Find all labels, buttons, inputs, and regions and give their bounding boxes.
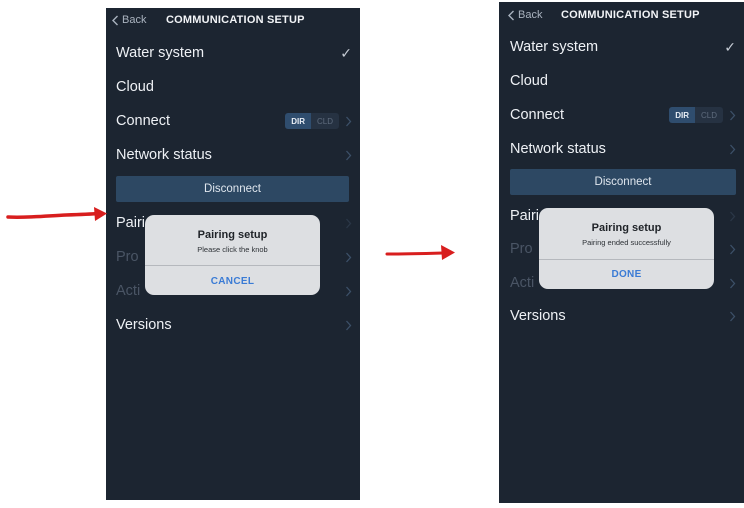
connect-mode-toggle[interactable]: DIR CLD <box>285 113 339 129</box>
chevron-right-icon <box>730 211 736 221</box>
water-system-label: Water system <box>116 45 205 61</box>
back-label: Back <box>122 14 147 26</box>
left-phone-screen: Back COMMUNICATION SETUP Water system ✓ … <box>106 8 360 500</box>
dialog-title: Pairing setup <box>591 222 662 234</box>
network-status-label: Network status <box>510 141 606 157</box>
dialog-divider <box>539 259 714 260</box>
versions-label: Versions <box>116 317 172 333</box>
back-label: Back <box>518 9 543 21</box>
chevron-right-icon <box>730 110 736 120</box>
row-versions[interactable]: Versions <box>116 310 352 340</box>
row-water-system[interactable]: Water system ✓ <box>116 38 352 68</box>
pairing-label: Pairi <box>510 208 540 224</box>
chevron-right-icon <box>346 150 352 160</box>
versions-label: Versions <box>510 308 566 324</box>
row-connect[interactable]: Connect DIR CLD <box>116 106 352 136</box>
row-connect[interactable]: Connect DIR CLD <box>510 100 736 130</box>
back-button[interactable]: Back <box>507 9 542 21</box>
checkmark-icon: ✓ <box>340 44 352 61</box>
checkmark-icon: ✓ <box>724 38 736 55</box>
chevron-right-icon <box>346 286 352 296</box>
chevron-left-icon <box>508 10 514 20</box>
disconnect-button[interactable]: Disconnect <box>510 169 736 195</box>
chevron-right-icon <box>730 278 736 288</box>
dialog-message: Pairing ended successfully <box>582 238 671 247</box>
connect-label: Connect <box>116 113 171 129</box>
page-title: COMMUNICATION SETUP <box>166 14 305 26</box>
provision-label: Pro <box>510 241 533 257</box>
connect-mode-dir[interactable]: DIR <box>285 113 311 129</box>
provision-label: Pro <box>116 249 139 265</box>
cancel-button[interactable]: CANCEL <box>145 276 320 287</box>
done-button[interactable]: DONE <box>539 269 714 280</box>
row-network-status[interactable]: Network status <box>510 134 736 164</box>
row-cloud[interactable]: Cloud <box>510 66 736 96</box>
chevron-right-icon <box>346 218 352 228</box>
dialog-message: Please click the knob <box>197 245 268 254</box>
pairing-dialog: Pairing setup Pairing ended successfully… <box>539 208 714 289</box>
activation-label: Acti <box>510 275 535 291</box>
dialog-divider <box>145 265 320 266</box>
back-button[interactable]: Back <box>111 14 146 26</box>
disconnect-button[interactable]: Disconnect <box>116 176 349 202</box>
row-cloud[interactable]: Cloud <box>116 72 352 102</box>
row-water-system[interactable]: Water system ✓ <box>510 32 736 62</box>
row-network-status[interactable]: Network status <box>116 140 352 170</box>
cloud-label: Cloud <box>510 73 548 89</box>
red-arrow-icon <box>385 245 455 260</box>
chevron-right-icon <box>346 252 352 262</box>
chevron-left-icon <box>112 15 118 25</box>
connect-mode-toggle[interactable]: DIR CLD <box>669 107 723 123</box>
water-system-label: Water system <box>510 39 599 55</box>
red-arrow-icon <box>6 207 107 221</box>
connect-label: Connect <box>510 107 565 123</box>
page-title: COMMUNICATION SETUP <box>561 9 700 21</box>
chevron-right-icon <box>730 144 736 154</box>
network-status-label: Network status <box>116 147 212 163</box>
chevron-right-icon <box>346 320 352 330</box>
pairing-label: Pairi <box>116 215 146 231</box>
chevron-right-icon <box>730 311 736 321</box>
cloud-label: Cloud <box>116 79 154 95</box>
row-versions[interactable]: Versions <box>510 301 736 331</box>
chevron-right-icon <box>346 116 352 126</box>
nav-header: Back COMMUNICATION SETUP <box>499 2 744 28</box>
pairing-dialog: Pairing setup Please click the knob CANC… <box>145 215 320 295</box>
connect-mode-cld[interactable]: CLD <box>310 113 339 129</box>
connect-mode-cld[interactable]: CLD <box>694 107 723 123</box>
chevron-right-icon <box>730 244 736 254</box>
nav-header: Back COMMUNICATION SETUP <box>106 8 360 34</box>
activation-label: Acti <box>116 283 141 299</box>
right-phone-screen: Back COMMUNICATION SETUP Water system ✓ … <box>499 2 744 503</box>
dialog-title: Pairing setup <box>197 229 268 241</box>
connect-mode-dir[interactable]: DIR <box>669 107 695 123</box>
